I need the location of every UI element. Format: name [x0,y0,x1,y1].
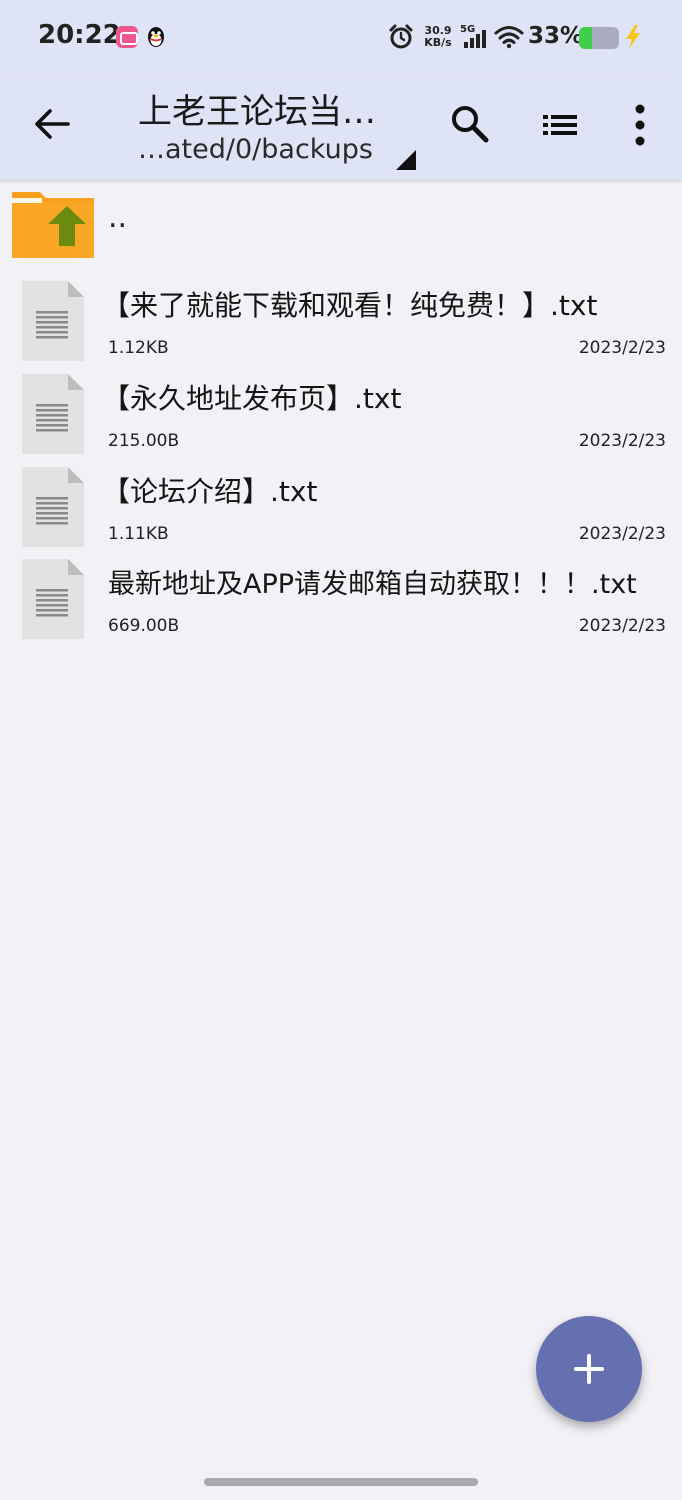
file-name: 最新地址及APP请发邮箱自动获取！！！.txt [108,569,637,600]
file-date: 2023/2/23 [578,338,666,358]
list-item[interactable]: 【论坛介绍】.txt 1.11KB 2023/2/23 [0,458,682,550]
battery-icon [579,27,619,49]
path-dropdown-icon[interactable] [396,150,416,170]
battery-percent: 33% [528,23,584,49]
parent-directory-row[interactable]: .. [0,180,682,268]
qq-icon [148,27,164,47]
text-file-icon [22,374,84,454]
home-indicator[interactable] [204,1478,478,1486]
status-time: 20:22 [38,20,121,50]
alarm-icon [389,24,413,49]
file-size: 1.12KB [108,338,169,358]
battery-fill [579,27,593,49]
folder-up-icon [12,192,94,258]
charging-icon [626,25,640,49]
more-vert-icon[interactable] [626,102,654,148]
file-name: 【来了就能下载和观看！纯免费！】.txt [102,289,598,322]
list-view-icon[interactable] [540,106,580,144]
status-bar: 20:22 30.9 KB/s 5G 33% [0,0,682,76]
net-speed: 30.9 KB/s [422,25,454,49]
file-name: 【永久地址发布页】.txt [102,382,402,415]
net-speed-unit: KB/s [424,36,452,49]
file-size: 1.11KB [108,524,169,544]
file-date: 2023/2/23 [578,524,666,544]
text-file-icon [22,559,84,639]
file-date: 2023/2/23 [578,431,666,451]
folder-path[interactable]: …ated/0/backups [138,134,400,165]
folder-title[interactable]: 上老王论坛当… [138,84,408,133]
text-file-icon [22,281,84,361]
file-size: 669.00B [108,616,180,636]
wifi-icon [494,26,524,49]
text-file-icon [22,467,84,547]
list-item[interactable]: 最新地址及APP请发邮箱自动获取！！！.txt 669.00B 2023/2/2… [0,550,682,642]
bilibili-app-icon [116,26,138,48]
add-fab-button[interactable] [536,1316,642,1422]
signal-icon [464,30,486,48]
search-icon[interactable] [448,102,492,146]
list-item[interactable]: 【永久地址发布页】.txt 215.00B 2023/2/23 [0,365,682,457]
app-toolbar: 上老王论坛当… …ated/0/backups [0,76,682,180]
file-date: 2023/2/23 [578,616,666,636]
back-arrow-icon[interactable] [30,102,74,146]
parent-directory-label: .. [108,200,128,235]
list-item[interactable]: 【来了就能下载和观看！纯免费！】.txt 1.12KB 2023/2/23 [0,272,682,364]
file-size: 215.00B [108,431,180,451]
file-name: 【论坛介绍】.txt [102,475,318,508]
